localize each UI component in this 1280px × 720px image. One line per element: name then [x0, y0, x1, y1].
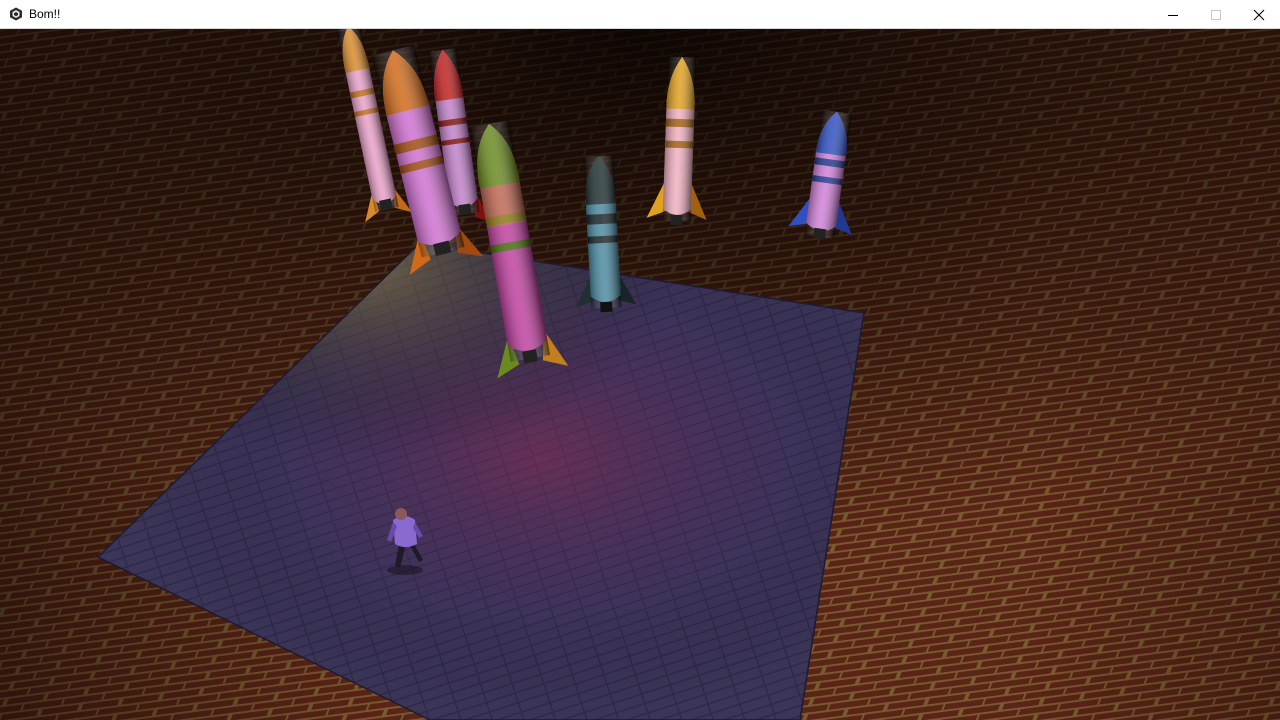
game-engine-icon [8, 6, 24, 22]
close-icon [1253, 9, 1264, 20]
close-button[interactable] [1237, 0, 1280, 29]
window-title: Bom!! [29, 6, 61, 21]
maximize-icon [1210, 9, 1221, 20]
minimize-button[interactable] [1151, 0, 1194, 29]
scene-canvas[interactable] [0, 29, 1280, 720]
caption-buttons [1151, 0, 1280, 29]
game-window: Bom!! [0, 0, 1280, 720]
game-viewport[interactable] [0, 29, 1280, 720]
minimize-icon [1167, 14, 1178, 16]
title-bar[interactable]: Bom!! [0, 0, 1280, 29]
maximize-button[interactable] [1194, 0, 1237, 29]
